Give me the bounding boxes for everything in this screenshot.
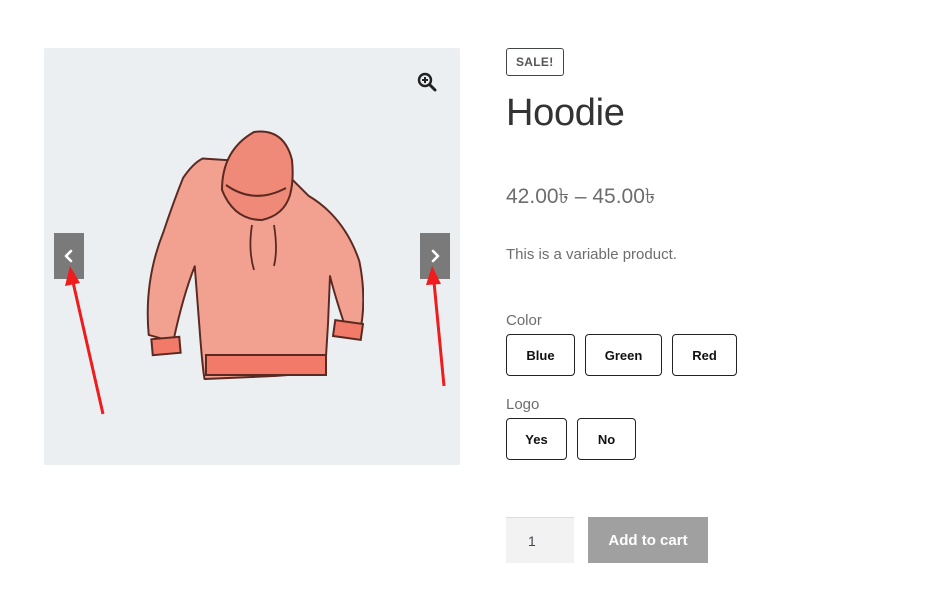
gallery-next-button[interactable] <box>420 233 450 279</box>
product-description: This is a variable product. <box>506 246 677 263</box>
magnifier-plus-icon[interactable] <box>417 72 437 92</box>
swatch-blue[interactable]: Blue <box>506 334 575 376</box>
hoodie-image <box>146 130 364 380</box>
color-swatches: Blue Green Red <box>506 334 737 376</box>
product-title: Hoodie <box>506 92 625 134</box>
swatch-yes[interactable]: Yes <box>506 418 567 460</box>
color-label: Color <box>506 312 542 329</box>
quantity-input[interactable] <box>506 517 574 563</box>
product-gallery <box>44 48 460 465</box>
sale-badge: SALE! <box>506 48 564 76</box>
swatch-red[interactable]: Red <box>672 334 737 376</box>
product-price: 42.00৳ – 45.00৳ <box>506 185 656 208</box>
gallery-prev-button[interactable] <box>54 233 84 279</box>
chevron-right-icon <box>431 249 440 263</box>
logo-label: Logo <box>506 396 540 413</box>
swatch-green[interactable]: Green <box>585 334 662 376</box>
swatch-no[interactable]: No <box>577 418 636 460</box>
chevron-left-icon <box>64 249 73 263</box>
product-summary: SALE! Hoodie 42.00৳ – 45.00৳ This is a v… <box>506 0 926 600</box>
add-to-cart-button[interactable]: Add to cart <box>588 517 708 563</box>
logo-swatches: Yes No <box>506 418 636 460</box>
